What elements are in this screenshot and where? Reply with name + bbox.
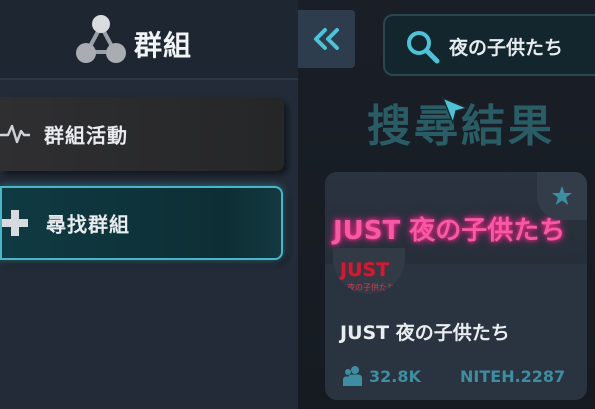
search-box[interactable]: [383, 14, 595, 76]
sidebar-title: 群組: [134, 29, 193, 62]
group-banner-text: JUST 夜の子供たち: [333, 216, 566, 246]
search-icon: [407, 31, 440, 64]
group-avatar: JUST 夜の子供たち: [333, 248, 405, 294]
group-id: NITEH.2287: [460, 367, 566, 386]
sidebar-header: 群組: [0, 0, 298, 80]
group-result-card[interactable]: JUST 夜の子供たち JUST 夜の子供たち JUST 夜の子供たち 32.8…: [325, 172, 587, 400]
groups-network-icon: [76, 15, 126, 63]
double-chevron-left-icon: [313, 28, 339, 50]
mouse-cursor-icon: [441, 96, 470, 126]
collapse-sidebar-button[interactable]: [298, 10, 355, 68]
group-name: JUST 夜の子供たち: [340, 322, 510, 344]
member-count: 32.8K: [369, 367, 421, 386]
star-icon: [552, 186, 572, 205]
members-icon: [343, 366, 362, 386]
sidebar-item-label: 尋找群組: [46, 212, 130, 237]
sidebar-item-find-group[interactable]: 尋找群組: [0, 186, 283, 260]
plus-icon: [2, 210, 28, 236]
avatar-subtitle: 夜の子供たち: [347, 283, 395, 292]
search-input[interactable]: [449, 30, 595, 62]
favorite-button[interactable]: [537, 172, 587, 220]
activity-pulse-icon: [0, 124, 30, 144]
sidebar: 群組 群組活動 尋找群組: [0, 0, 298, 409]
sidebar-item-group-activity[interactable]: 群組活動: [0, 97, 284, 171]
sidebar-item-label: 群組活動: [44, 123, 128, 148]
avatar-title: JUST: [340, 259, 390, 281]
